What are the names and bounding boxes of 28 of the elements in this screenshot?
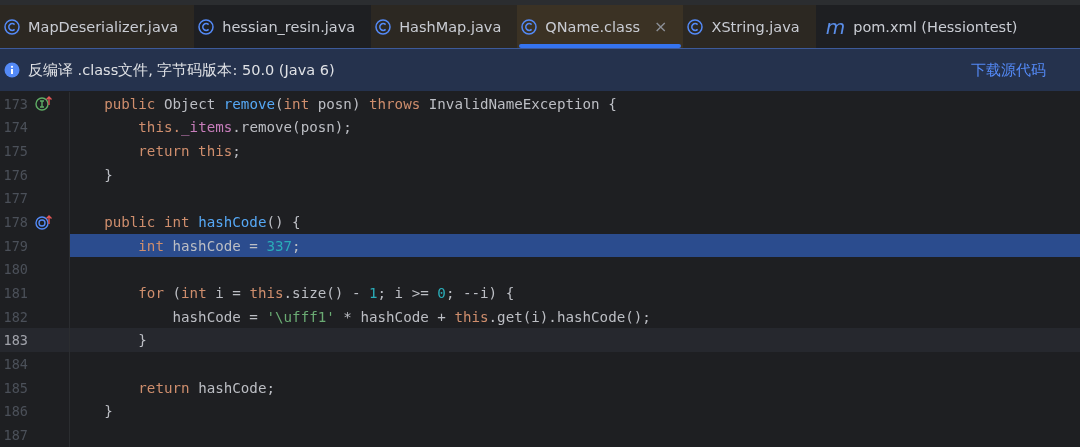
download-source-link[interactable]: 下载源代码 bbox=[971, 60, 1046, 80]
close-icon[interactable]: × bbox=[654, 17, 668, 36]
code-line: } bbox=[103, 403, 113, 420]
class-icon bbox=[198, 18, 215, 35]
code-line: hashCode = '\ufff1' * hashCode + this.get(i).hashCode(); bbox=[171, 308, 651, 325]
editor-tab[interactable]: QName.class × bbox=[517, 5, 684, 48]
class-icon bbox=[687, 18, 704, 35]
code-line: public Object remove(int posn) throws InvalidNameException { bbox=[103, 95, 617, 112]
info-icon bbox=[4, 62, 20, 78]
class-icon bbox=[4, 18, 20, 35]
override-icon[interactable] bbox=[34, 214, 52, 230]
editor-tab[interactable]: MapDeserializer.java bbox=[0, 5, 195, 48]
code-line: return this; bbox=[137, 143, 241, 160]
banner-text: 反编译 .class文件, 字节码版本: 50.0 (Java 6) bbox=[28, 60, 336, 80]
editor-tab[interactable]: HashMap.java bbox=[371, 5, 518, 48]
code-line: int hashCode = 337; bbox=[137, 237, 301, 254]
editor-tab[interactable]: XString.java bbox=[683, 5, 816, 48]
code-line: for (int i = this.size() - 1; i >= 0; --i) { bbox=[137, 284, 515, 301]
line-number: 183 bbox=[2, 332, 28, 349]
maven-icon: m bbox=[825, 16, 846, 37]
code-line: return hashCode; bbox=[137, 379, 275, 396]
code-line: public int hashCode() { bbox=[103, 214, 301, 230]
class-icon bbox=[375, 18, 392, 35]
class-icon bbox=[521, 18, 538, 35]
code-line: this._items.remove(posn); bbox=[137, 119, 352, 136]
code-line: } bbox=[137, 332, 147, 349]
code-line: } bbox=[103, 166, 113, 183]
implements-icon[interactable] bbox=[34, 96, 52, 112]
